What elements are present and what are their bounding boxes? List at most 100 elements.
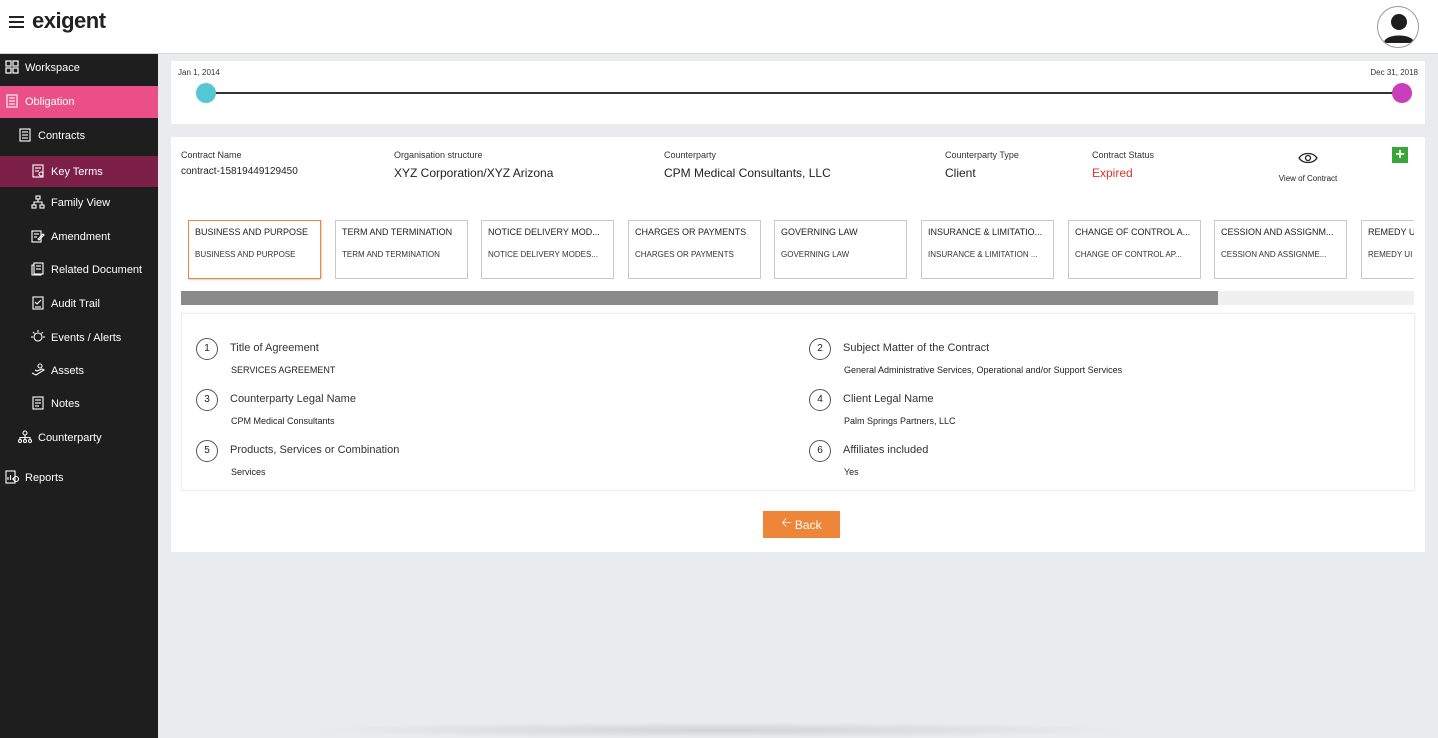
term-value: Services <box>231 467 266 477</box>
contract-name-label: Contract Name <box>181 150 242 160</box>
tab-governing-law[interactable]: GOVERNING LAW GOVERNING LAW <box>774 220 907 279</box>
timeline-end-marker[interactable] <box>1392 83 1412 103</box>
key-terms-panel: 1 Title of Agreement SERVICES AGREEMENT … <box>181 313 1415 491</box>
tab-cession-and-assignment[interactable]: CESSION AND ASSIGNM... CESSION AND ASSIG… <box>1214 220 1347 279</box>
tab-subtitle: GOVERNING LAW <box>781 250 850 259</box>
document-icon <box>6 94 18 108</box>
timeline-start-date: Jan 1, 2014 <box>178 68 220 77</box>
sidebar: Workspace Obligation Contracts Key Terms… <box>0 54 158 738</box>
sidebar-item-family-view[interactable]: Family View <box>0 187 158 219</box>
term-category-tabs: BUSINESS AND PURPOSE BUSINESS AND PURPOS… <box>188 220 1414 282</box>
tab-title: REMEDY U <box>1368 227 1414 237</box>
term-value: SERVICES AGREEMENT <box>231 365 336 375</box>
timeline-card: Jan 1, 2014 Dec 31, 2018 <box>171 61 1425 124</box>
counterparty-label: Counterparty <box>664 150 717 160</box>
app-logo: exigent <box>32 8 106 33</box>
sidebar-item-label: Assets <box>51 365 85 377</box>
tab-subtitle: NOTICE DELIVERY MODES... <box>488 250 598 259</box>
organisation-structure-value: XYZ Corporation/XYZ Arizona <box>394 166 554 180</box>
hierarchy-icon <box>31 195 45 209</box>
sidebar-item-workspace[interactable]: Workspace <box>0 52 158 84</box>
term-number: 4 <box>809 389 831 411</box>
sidebar-item-label: Key Terms <box>51 165 103 178</box>
sidebar-item-related-document[interactable]: Related Document <box>0 254 158 286</box>
tab-business-and-purpose[interactable]: BUSINESS AND PURPOSE BUSINESS AND PURPOS… <box>188 220 321 279</box>
sidebar-item-audit-trail[interactable]: Audit Trail <box>0 288 158 320</box>
tab-subtitle: TERM AND TERMINATION <box>342 250 440 259</box>
tab-title: BUSINESS AND PURPOSE <box>195 227 309 237</box>
user-icon <box>1384 14 1414 43</box>
tab-title: CHANGE OF CONTROL A... <box>1075 227 1191 237</box>
tab-title: CHARGES OR PAYMENTS <box>635 227 747 237</box>
term-label: Counterparty Legal Name <box>230 393 356 405</box>
user-avatar[interactable] <box>1377 6 1419 48</box>
edit-document-icon <box>31 230 45 243</box>
sidebar-item-notes[interactable]: Notes <box>0 388 158 420</box>
term-number: 1 <box>196 338 218 360</box>
sidebar-item-label: Contracts <box>38 130 86 142</box>
contract-icon <box>19 128 31 142</box>
sidebar-item-counterparty[interactable]: Counterparty <box>0 422 158 454</box>
term-label: Products, Services or Combination <box>230 444 400 456</box>
tab-title: CESSION AND ASSIGNM... <box>1221 227 1334 237</box>
tab-remedy[interactable]: REMEDY U REMEDY UI <box>1361 220 1414 279</box>
tab-title: NOTICE DELIVERY MOD... <box>488 227 600 237</box>
contract-details-card: Contract Name contract-15819449129450 Or… <box>171 137 1425 552</box>
org-chart-icon <box>18 430 32 444</box>
tab-subtitle: CHARGES OR PAYMENTS <box>635 250 734 259</box>
term-label: Client Legal Name <box>843 393 934 405</box>
tab-charges-or-payments[interactable]: CHARGES OR PAYMENTS CHARGES OR PAYMENTS <box>628 220 761 279</box>
tab-subtitle: CHANGE OF CONTROL AP... <box>1075 250 1182 259</box>
tab-title: INSURANCE & LIMITATIO... <box>928 227 1043 237</box>
sidebar-item-assets[interactable]: Assets <box>0 355 158 387</box>
tab-term-and-termination[interactable]: TERM AND TERMINATION TERM AND TERMINATIO… <box>335 220 468 279</box>
sidebar-item-label: Family View <box>51 197 111 209</box>
sidebar-item-events-alerts[interactable]: Events / Alerts <box>0 322 158 354</box>
timeline-line <box>206 92 1402 94</box>
tab-notice-delivery-modes[interactable]: NOTICE DELIVERY MOD... NOTICE DELIVERY M… <box>481 220 614 279</box>
tab-title: TERM AND TERMINATION <box>342 227 453 237</box>
term-number: 5 <box>196 440 218 462</box>
alert-icon <box>31 330 45 342</box>
sidebar-item-label: Counterparty <box>38 432 102 444</box>
documents-icon <box>31 262 44 276</box>
view-contract-button[interactable]: View of Contract <box>1277 151 1339 183</box>
timeline-start-marker[interactable] <box>196 83 216 103</box>
hamburger-menu-icon[interactable] <box>9 16 24 29</box>
contract-name-value: contract-15819449129450 <box>181 166 298 177</box>
tabs-scrollbar-thumb[interactable] <box>181 291 1218 305</box>
sidebar-item-reports[interactable]: Reports <box>0 462 158 494</box>
tab-subtitle: INSURANCE & LIMITATION ... <box>928 250 1038 259</box>
sidebar-item-label: Workspace <box>25 62 80 74</box>
notes-icon <box>32 396 44 410</box>
back-button-label: Back <box>794 517 822 532</box>
contract-status-label: Contract Status <box>1092 150 1155 160</box>
tab-change-of-control[interactable]: CHANGE OF CONTROL A... CHANGE OF CONTROL… <box>1068 220 1201 279</box>
bottom-shadow <box>300 722 1140 738</box>
sidebar-item-label: Amendment <box>51 231 111 243</box>
sidebar-item-contracts[interactable]: Contracts <box>0 120 158 152</box>
term-label: Subject Matter of the Contract <box>843 342 990 354</box>
counterparty-type-value: Client <box>945 166 976 180</box>
back-button[interactable]: 🡠 Back <box>763 511 840 538</box>
sidebar-item-key-terms[interactable]: Key Terms <box>0 156 158 187</box>
term-value: General Administrative Services, Operati… <box>844 365 1123 375</box>
sidebar-item-amendment[interactable]: Amendment <box>0 221 158 253</box>
timeline-end-date: Dec 31, 2018 <box>1370 68 1418 77</box>
tab-subtitle: BUSINESS AND PURPOSE <box>195 250 296 259</box>
tab-subtitle: REMEDY UI <box>1368 250 1413 259</box>
sidebar-item-label: Related Document <box>51 264 143 276</box>
add-button[interactable]: + <box>1392 147 1408 163</box>
term-label: Affiliates included <box>843 444 929 456</box>
term-label: Title of Agreement <box>230 342 319 354</box>
term-number: 6 <box>809 440 831 462</box>
key-terms-icon <box>32 164 44 178</box>
tab-insurance-and-limitation[interactable]: INSURANCE & LIMITATIO... INSURANCE & LIM… <box>921 220 1054 279</box>
term-number: 3 <box>196 389 218 411</box>
tabs-scrollbar[interactable] <box>181 291 1414 305</box>
counterparty-type-label: Counterparty Type <box>945 150 1019 160</box>
counterparty-value: CPM Medical Consultants, LLC <box>664 166 831 180</box>
sidebar-item-obligation[interactable]: Obligation <box>0 86 158 118</box>
term-value: Yes <box>844 467 859 477</box>
sidebar-item-label: Notes <box>51 398 80 410</box>
